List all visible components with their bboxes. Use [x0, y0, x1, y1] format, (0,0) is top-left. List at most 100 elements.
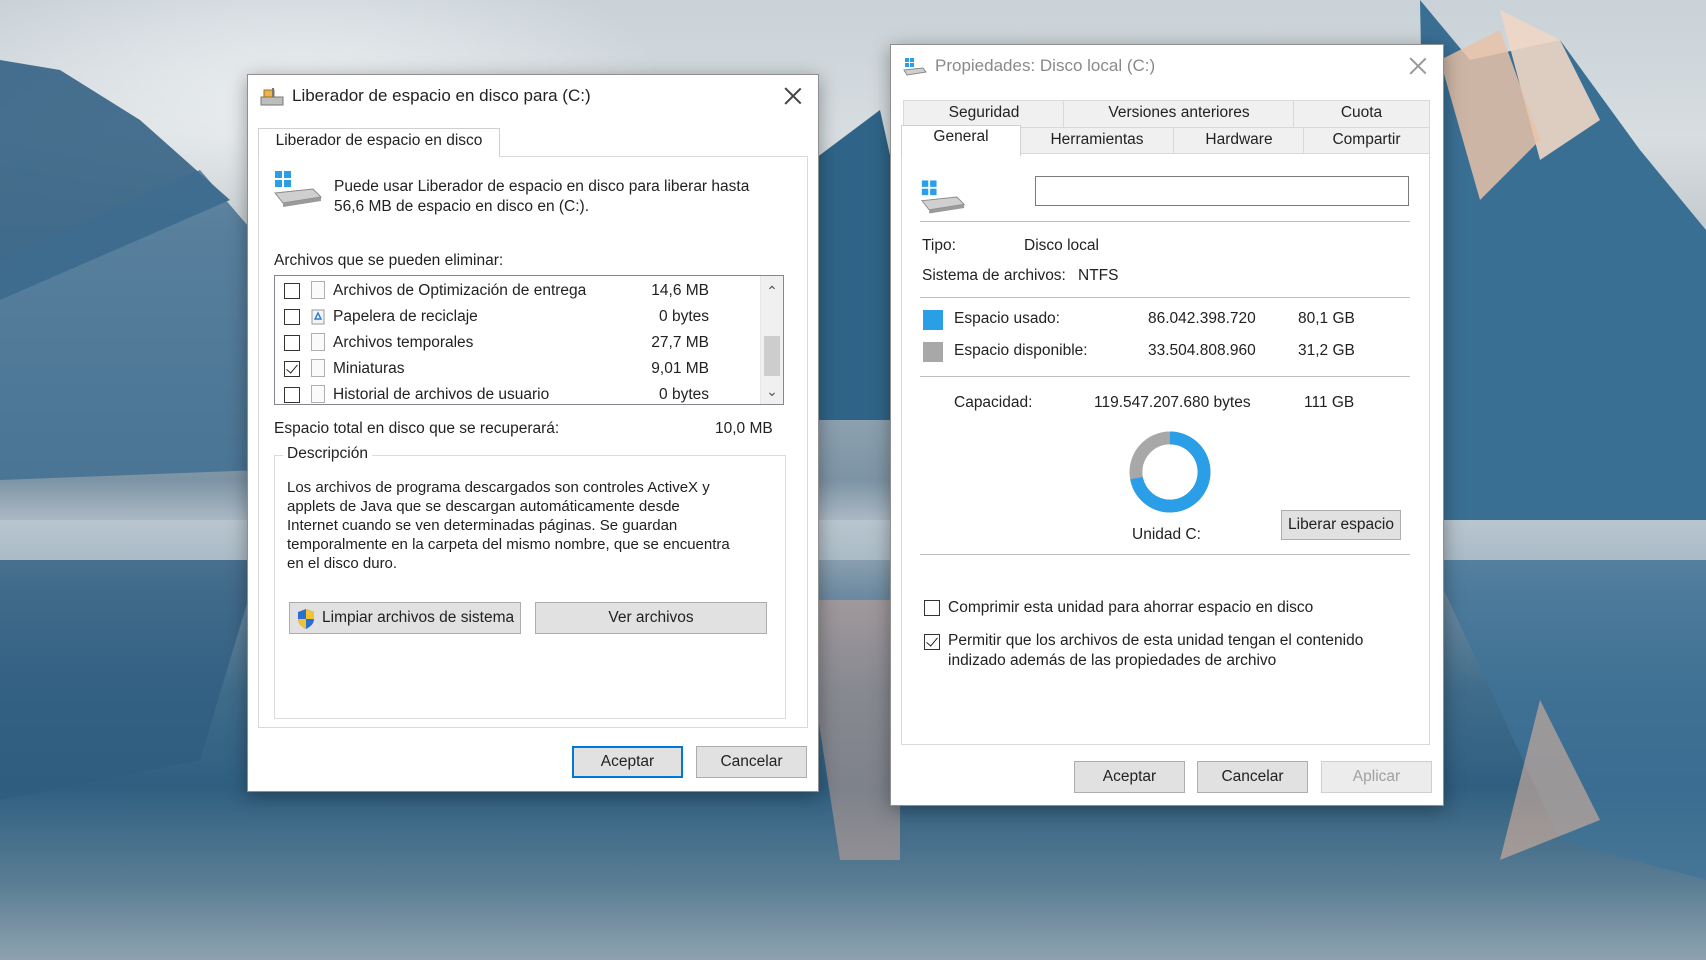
description-group: Descripción Los archivos de programa des… — [274, 445, 786, 719]
type-value: Disco local — [1024, 237, 1099, 254]
item-name: Papelera de reciclaje — [333, 308, 478, 325]
used-bytes: 86.042.398.720 — [1148, 310, 1256, 327]
button-label: Liberar espacio — [1288, 516, 1394, 533]
general-panel: Tipo: Disco local Sistema de archivos: N… — [901, 153, 1430, 745]
button-label: Cancelar — [720, 753, 783, 770]
capacity-gb: 111 GB — [1304, 394, 1355, 411]
tab-hardware[interactable]: Hardware — [1173, 127, 1305, 154]
fs-value: NTFS — [1078, 267, 1119, 284]
item-size: 9,01 MB — [651, 360, 709, 377]
item-size: 27,7 MB — [651, 334, 709, 351]
recycle-bin-icon — [311, 309, 325, 325]
usage-donut-chart — [1129, 431, 1211, 513]
shield-icon — [298, 609, 314, 629]
apply-button[interactable]: Aplicar — [1321, 761, 1432, 793]
files-list[interactable]: Archivos de Optimización de entrega 14,6… — [274, 275, 784, 405]
tab-versiones-anteriores[interactable]: Versiones anteriores — [1063, 100, 1295, 127]
drive-label: Unidad C: — [1132, 526, 1201, 543]
tab-general[interactable]: General — [901, 125, 1021, 156]
compress-checkbox[interactable] — [924, 600, 940, 616]
checkbox[interactable] — [284, 361, 300, 377]
index-checkbox[interactable] — [924, 634, 940, 650]
item-size: 14,6 MB — [651, 282, 709, 299]
window-title: Liberador de espacio en disco para (C:) — [292, 86, 591, 105]
index-label-line-2[interactable]: indizado además de las propiedades de ar… — [948, 652, 1276, 670]
total-value: 10,0 MB — [715, 420, 773, 437]
list-item[interactable]: Archivos de Optimización de entrega 14,6… — [275, 279, 745, 303]
button-label: Aceptar — [600, 753, 655, 770]
intro-line-2: 56,6 MB de espacio en disco en (C:). — [334, 198, 590, 215]
title-bar[interactable]: Propiedades: Disco local (C:) — [891, 45, 1443, 89]
separator — [920, 554, 1410, 555]
type-label: Tipo: — [922, 237, 956, 254]
separator — [920, 297, 1410, 298]
tab-label: Hardware — [1205, 131, 1273, 148]
checkbox[interactable] — [284, 387, 300, 403]
tab-label: Compartir — [1332, 131, 1401, 148]
free-gb: 31,2 GB — [1298, 342, 1355, 359]
tab-label: General — [933, 128, 989, 145]
button-label: Limpiar archivos de sistema — [322, 609, 515, 626]
title-bar[interactable]: Liberador de espacio en disco para (C:) — [248, 75, 818, 119]
disk-cleanup-icon — [260, 88, 284, 106]
intro-line-1: Puede usar Liberador de espacio en disco… — [334, 178, 750, 195]
tab-compartir[interactable]: Compartir — [1303, 127, 1430, 154]
list-item[interactable]: Papelera de reciclaje 0 bytes — [275, 305, 745, 329]
close-button[interactable] — [780, 83, 806, 109]
free-bytes: 33.504.808.960 — [1148, 342, 1256, 359]
checkbox[interactable] — [284, 309, 300, 325]
tab-seguridad[interactable]: Seguridad — [903, 100, 1065, 127]
file-icon — [311, 333, 325, 351]
tab-label: Seguridad — [948, 104, 1020, 121]
tab-label: Versiones anteriores — [1108, 104, 1250, 121]
close-button[interactable] — [1405, 53, 1431, 79]
clean-system-files-button[interactable]: Limpiar archivos de sistema — [289, 602, 521, 634]
drive-icon — [903, 58, 927, 76]
scroll-down-icon[interactable]: ⌄ — [765, 384, 779, 398]
button-label: Ver archivos — [608, 609, 694, 626]
tab-panel: Puede usar Liberador de espacio en disco… — [258, 156, 808, 728]
scroll-up-icon[interactable]: ⌃ — [765, 284, 779, 298]
ok-button[interactable]: Aceptar — [572, 746, 683, 778]
tab-label: Cuota — [1340, 104, 1383, 121]
file-icon — [311, 359, 325, 377]
button-label: Cancelar — [1221, 768, 1284, 785]
index-label-line-1[interactable]: Permitir que los archivos de esta unidad… — [948, 632, 1363, 650]
checkbox[interactable] — [284, 335, 300, 351]
compress-label[interactable]: Comprimir esta unidad para ahorrar espac… — [948, 599, 1313, 617]
drive-name-input[interactable] — [1035, 176, 1409, 206]
properties-window: Propiedades: Disco local (C:) Seguridad … — [890, 44, 1444, 806]
tab-herramientas[interactable]: Herramientas — [1019, 127, 1175, 154]
tab-disk-cleanup[interactable]: Liberador de espacio en disco — [258, 128, 500, 157]
list-item[interactable]: Archivos temporales 27,7 MB — [275, 331, 745, 355]
separator — [920, 376, 1410, 377]
button-label: Aplicar — [1352, 768, 1401, 785]
item-size: 0 bytes — [659, 308, 709, 325]
view-files-button[interactable]: Ver archivos — [535, 602, 767, 634]
description-line: en el disco duro. — [287, 555, 398, 572]
list-item[interactable]: Miniaturas 9,01 MB — [275, 357, 745, 381]
free-space-swatch — [923, 342, 943, 362]
files-label: Archivos que se pueden eliminar: — [274, 252, 504, 269]
description-line: temporalmente en la carpeta del mismo no… — [287, 536, 730, 553]
description-line: Internet cuando se ven determinadas pági… — [287, 517, 678, 534]
description-title: Descripción — [283, 445, 372, 463]
file-icon — [311, 385, 325, 403]
used-gb: 80,1 GB — [1298, 310, 1355, 327]
cancel-button[interactable]: Cancelar — [1197, 761, 1308, 793]
checkbox[interactable] — [284, 283, 300, 299]
cancel-button[interactable]: Cancelar — [696, 746, 807, 778]
tab-cuota[interactable]: Cuota — [1293, 100, 1430, 127]
ok-button[interactable]: Aceptar — [1074, 761, 1185, 793]
item-name: Miniaturas — [333, 360, 405, 377]
list-item[interactable]: Historial de archivos de usuario 0 bytes — [275, 383, 745, 404]
item-name: Archivos de Optimización de entrega — [333, 282, 587, 299]
drive-icon — [274, 171, 323, 207]
fs-label: Sistema de archivos: — [922, 267, 1066, 284]
capacity-bytes: 119.547.207.680 bytes — [1094, 394, 1251, 411]
item-size: 0 bytes — [659, 386, 709, 403]
free-space-button[interactable]: Liberar espacio — [1281, 510, 1401, 540]
scroll-thumb[interactable] — [764, 336, 780, 376]
description-line: Los archivos de programa descargados son… — [287, 479, 710, 496]
list-scrollbar[interactable]: ⌃ ⌄ — [760, 276, 783, 404]
